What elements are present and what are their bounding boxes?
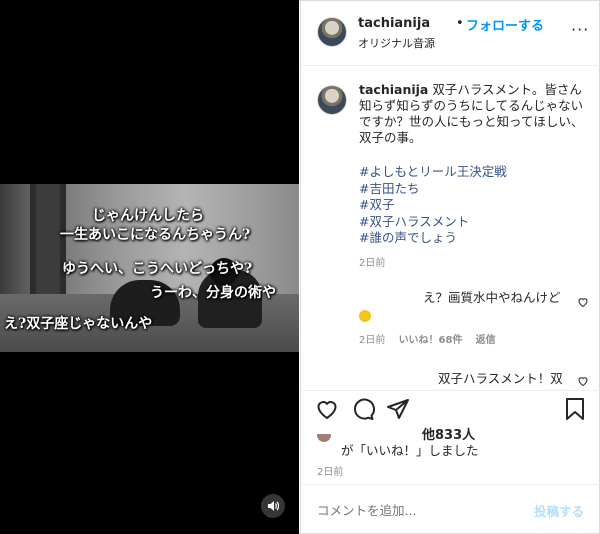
like-button[interactable] (315, 397, 339, 425)
caption-avatar[interactable] (317, 85, 347, 115)
comment-text: え？画質水中やねんけど (423, 290, 561, 305)
caption-username[interactable]: tachianija (359, 82, 428, 97)
comment-likes[interactable]: いいね！68件 (399, 335, 463, 346)
subtitle-line: うーわ、分身の術や (150, 285, 276, 301)
hashtag-link[interactable]: #よしもとリール王決定戦 (359, 164, 507, 181)
heart-icon (317, 401, 337, 420)
comment-composer: 投稿する (301, 484, 600, 534)
comments-area[interactable]: tachianija 双子ハラスメント。皆さん知らず知らずのうちにしてるんじゃない… (301, 67, 600, 390)
comment-like-icon[interactable] (577, 293, 589, 312)
subtitle-line: じゃんけんしたら (92, 208, 204, 224)
share-button[interactable] (386, 397, 410, 425)
audio-link[interactable]: オリジナル音源 (358, 35, 435, 51)
caption-timestamp: 2日前 (359, 258, 386, 269)
avatar[interactable] (317, 17, 347, 47)
hashtag-link[interactable]: #双子 (359, 197, 507, 214)
hashtag-link[interactable]: #吉田たち (359, 181, 507, 198)
speaker-icon (268, 501, 280, 511)
comment-like-icon[interactable] (577, 372, 589, 390)
comment-meta: 2日前 いいね！68件 返信 (359, 331, 506, 346)
separator-dot: • (456, 16, 464, 31)
subtitle-line: え?双子座じゃないんや (4, 316, 153, 332)
comment-input[interactable] (317, 500, 517, 520)
video-frame: じゃんけんしたら 一生あいこになるんちゃうん? ゆうへい、こうへいどっちや? う… (0, 184, 299, 352)
comment-item: え？画質水中やねんけど (359, 289, 569, 323)
username-link[interactable]: tachianija (358, 16, 430, 31)
caption: tachianija 双子ハラスメント。皆さん知らず知らずのうちにしてるんじゃない… (359, 82, 591, 146)
hashtag-link[interactable]: #誰の声でしょう (359, 230, 507, 247)
sweat-emoji-icon (359, 309, 371, 322)
follow-button[interactable]: フォローする (466, 15, 544, 34)
video-player[interactable]: じゃんけんしたら 一生あいこになるんちゃうん? ゆうへい、こうへいどっちや? う… (0, 0, 299, 534)
comment-timestamp: 2日前 (359, 335, 386, 346)
post-header: tachianija • フォローする オリジナル音源 ··· (301, 0, 600, 66)
send-icon (387, 399, 409, 419)
liked-text: が「いいね！」しました (341, 443, 479, 458)
comment-button[interactable] (351, 397, 375, 425)
subtitle-line: ゆうへい、こうへいどっちや? (62, 261, 253, 277)
post-sidebar: tachianija • フォローする オリジナル音源 ··· tachiani… (300, 0, 600, 534)
reply-button[interactable]: 返信 (476, 335, 496, 346)
comment-text: 双子ハラスメント！双 (438, 371, 563, 386)
post-comment-button[interactable]: 投稿する (534, 501, 584, 520)
hashtag-list: #よしもとリール王決定戦 #吉田たち #双子 #双子ハラスメント #誰の声でしょ… (359, 164, 507, 247)
subtitle-line: 一生あいこになるんちゃうん? (60, 227, 251, 243)
bookmark-icon (566, 398, 584, 420)
likes-summary: 他833人 が「いいね！」しました (301, 422, 600, 462)
more-options-icon[interactable]: ··· (571, 20, 589, 39)
post-timestamp: 2日前 (317, 467, 344, 478)
comment-icon (354, 398, 375, 420)
save-button[interactable] (564, 397, 586, 425)
mute-button[interactable] (261, 494, 285, 518)
liker-avatar (317, 434, 331, 442)
hashtag-link[interactable]: #双子ハラスメント (359, 214, 507, 231)
